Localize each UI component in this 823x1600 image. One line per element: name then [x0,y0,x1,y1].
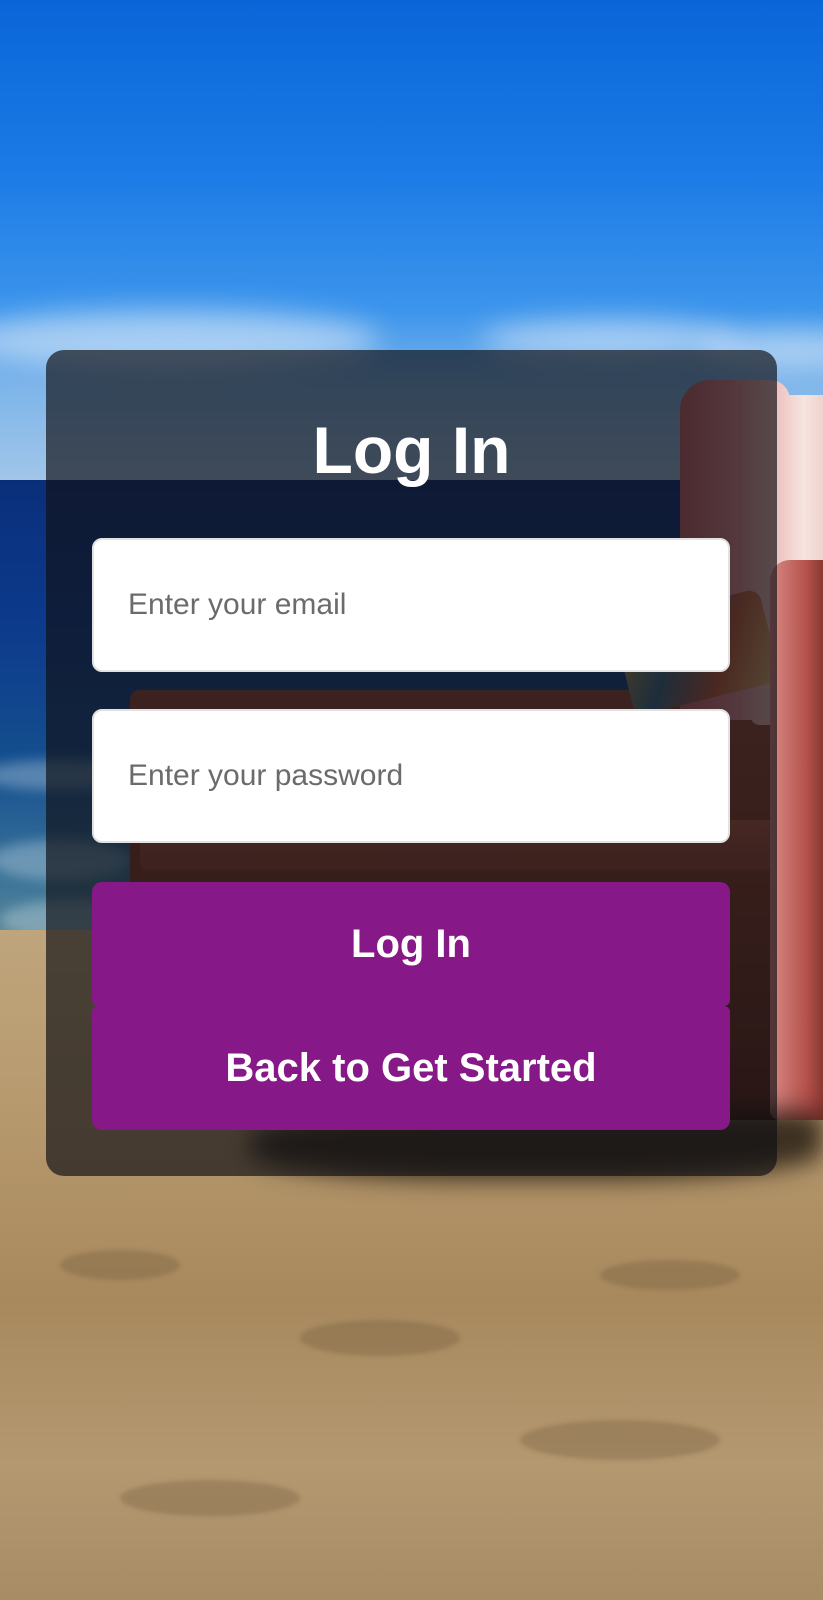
background-texture [300,1320,460,1356]
background-texture [600,1260,740,1290]
login-button[interactable]: Log In [92,882,730,1006]
page-title: Log In [312,413,511,487]
background-texture [60,1250,180,1280]
email-field[interactable] [92,538,730,672]
background-armchair-arm [770,560,823,1120]
back-to-get-started-button[interactable]: Back to Get Started [92,1006,730,1130]
password-field[interactable] [92,709,730,843]
login-card: Log In Log In Back to Get Started [46,350,777,1176]
background-texture [120,1480,300,1516]
login-screen: Log In Log In Back to Get Started [0,0,823,1600]
background-texture [520,1420,720,1460]
